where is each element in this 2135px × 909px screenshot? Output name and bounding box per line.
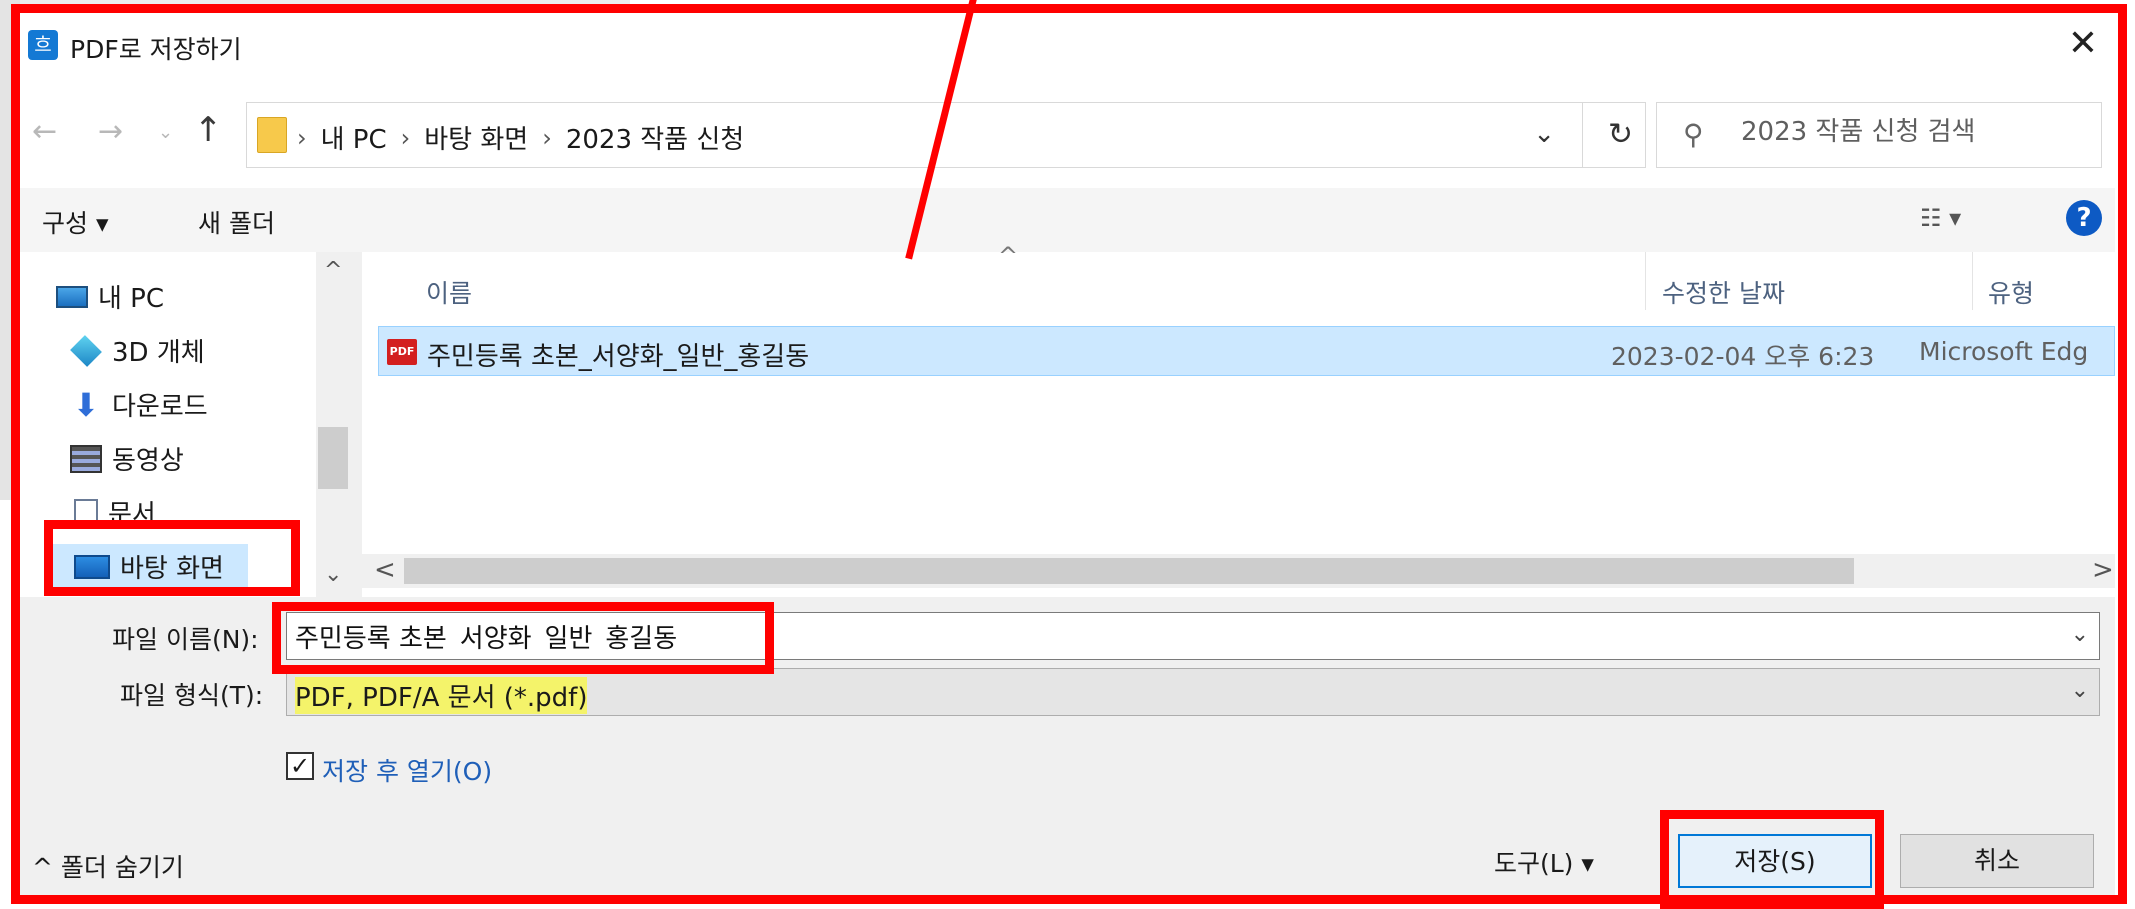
scrollbar-thumb[interactable] xyxy=(404,558,1854,584)
file-name: 주민등록 초본_서양화_일반_홍길동 xyxy=(427,342,810,372)
column-header-date[interactable]: 수정한 날짜 xyxy=(1662,274,1785,310)
cancel-button[interactable]: 취소 xyxy=(1900,834,2094,888)
sidebar-item-label: 3D 개체 xyxy=(112,338,205,368)
close-icon[interactable]: ✕ xyxy=(2061,24,2105,64)
pdf-file-icon: PDF xyxy=(387,339,417,365)
sidebar-item-label: 바탕 화면 xyxy=(120,554,224,584)
chevron-right-icon[interactable]: › xyxy=(401,124,411,152)
filename-label: 파일 이름(N): xyxy=(112,625,259,654)
sidebar-item-downloads[interactable]: ⬇ 다운로드 xyxy=(70,386,208,423)
sidebar-item-label: 내 PC xyxy=(98,284,165,314)
filename-input[interactable] xyxy=(295,621,2035,651)
forward-arrow-icon[interactable]: → xyxy=(98,114,123,149)
tools-menu-button[interactable]: 도구(L) ▾ xyxy=(1494,844,1594,880)
sidebar-item-documents[interactable]: 문서 xyxy=(74,494,156,531)
toolbar: 구성 ▾ 새 폴더 ☷ ▾ ? xyxy=(20,188,2115,252)
sidebar-item-desktop[interactable]: 바탕 화면 xyxy=(74,548,224,585)
chevron-down-icon[interactable]: ⌄ xyxy=(1533,119,1555,149)
chevron-right-icon: › xyxy=(297,123,307,152)
column-divider[interactable] xyxy=(1645,252,1646,310)
file-row[interactable]: PDF 주민등록 초본_서양화_일반_홍길동 2023-02-04 오후 6:2… xyxy=(378,326,2115,376)
open-after-save-checkbox[interactable]: ✓ xyxy=(286,752,314,780)
sidebar-item-3d-objects[interactable]: 3D 개체 xyxy=(70,332,205,369)
scroll-right-icon[interactable]: > xyxy=(2092,555,2114,585)
refresh-icon[interactable]: ↻ xyxy=(1608,117,1633,152)
background-side xyxy=(0,0,20,500)
recent-locations-icon[interactable]: ⌄ xyxy=(158,122,173,143)
chevron-right-icon[interactable]: › xyxy=(542,124,552,152)
scroll-left-icon[interactable]: < xyxy=(374,555,396,585)
navpane-scrollbar[interactable]: ^ ⌄ xyxy=(316,252,350,597)
horizontal-scrollbar[interactable]: < > xyxy=(362,554,2115,588)
download-icon: ⬇ xyxy=(72,385,100,424)
search-input[interactable] xyxy=(1741,117,2091,147)
title-bar: 흐 PDF로 저장하기 ✕ xyxy=(20,12,2115,74)
column-header-type[interactable]: 유형 xyxy=(1988,274,2034,310)
file-modified-date: 2023-02-04 오후 6:23 xyxy=(1611,342,1875,371)
search-icon: ⚲ xyxy=(1683,118,1704,151)
open-after-save-label[interactable]: 저장 후 열기(O) xyxy=(322,752,492,788)
filetype-value: PDF, PDF/A 문서 (*.pdf) xyxy=(295,677,588,714)
save-button[interactable]: 저장(S) xyxy=(1678,834,1872,888)
divider xyxy=(1582,103,1583,167)
file-list: ^ 이름 수정한 날짜 유형 PDF 주민등록 초본_서양화_일반_홍길동 20… xyxy=(362,242,2115,597)
hwp-app-icon: 흐 xyxy=(28,30,58,60)
column-header-name[interactable]: 이름 xyxy=(426,274,472,310)
scroll-down-icon[interactable]: ⌄ xyxy=(324,562,342,587)
sidebar-item-label: 동영상 xyxy=(112,446,184,476)
desktop-icon xyxy=(74,554,110,579)
filetype-select[interactable]: PDF, PDF/A 문서 (*.pdf) ⌄ xyxy=(286,668,2100,716)
window-title: PDF로 저장하기 xyxy=(70,35,242,64)
sort-ascending-icon: ^ xyxy=(998,242,1019,270)
back-arrow-icon[interactable]: ← xyxy=(32,114,57,149)
sidebar-item-this-pc[interactable]: 내 PC xyxy=(56,278,164,315)
pc-icon xyxy=(56,285,88,308)
navigation-pane: 내 PC 3D 개체 ⬇ 다운로드 동영상 문서 바탕 화면 ^ ⌄ xyxy=(20,252,350,597)
new-folder-button[interactable]: 새 폴더 xyxy=(198,204,275,240)
navigation-bar: ← → ⌄ ↑ › 내 PC › 바탕 화면 › 2023 작품 신청 ⌄ ↻ … xyxy=(20,74,2115,188)
filename-combobox[interactable]: ⌄ xyxy=(286,612,2100,660)
sidebar-item-label: 문서 xyxy=(108,500,156,530)
sidebar-item-videos[interactable]: 동영상 xyxy=(70,440,184,477)
filetype-label: 파일 형식(T): xyxy=(120,681,264,710)
video-icon xyxy=(70,444,102,473)
3d-objects-icon xyxy=(70,334,102,367)
chevron-down-icon[interactable]: ⌄ xyxy=(2071,622,2089,647)
file-type: Microsoft Edg xyxy=(1919,337,2089,366)
folder-icon xyxy=(257,117,287,153)
help-icon[interactable]: ? xyxy=(2066,200,2102,236)
search-box[interactable]: ⚲ xyxy=(1656,102,2102,168)
breadcrumb-current-folder[interactable]: 2023 작품 신청 xyxy=(566,119,744,156)
breadcrumb-this-pc[interactable]: 내 PC xyxy=(321,119,387,156)
column-divider[interactable] xyxy=(1972,252,1973,310)
chevron-down-icon[interactable]: ⌄ xyxy=(2071,678,2089,703)
document-icon xyxy=(74,498,98,527)
sidebar-item-label: 다운로드 xyxy=(112,392,208,422)
scrollbar-thumb[interactable] xyxy=(318,427,348,489)
view-options-button[interactable]: ☷ ▾ xyxy=(1920,204,1961,232)
up-arrow-icon[interactable]: ↑ xyxy=(194,110,223,150)
breadcrumb: › 내 PC › 바탕 화면 › 2023 작품 신청 xyxy=(297,119,744,156)
organize-menu-button[interactable]: 구성 ▾ xyxy=(42,204,109,240)
breadcrumb-desktop[interactable]: 바탕 화면 xyxy=(424,119,528,156)
hide-folders-button[interactable]: ^ 폴더 숨기기 xyxy=(32,848,184,884)
scroll-up-icon[interactable]: ^ xyxy=(324,258,342,283)
save-pdf-dialog: 흐 PDF로 저장하기 ✕ ← → ⌄ ↑ › 내 PC › 바탕 화면 › 2… xyxy=(20,12,2115,902)
address-bar[interactable]: › 내 PC › 바탕 화면 › 2023 작품 신청 ⌄ ↻ xyxy=(246,102,1646,168)
